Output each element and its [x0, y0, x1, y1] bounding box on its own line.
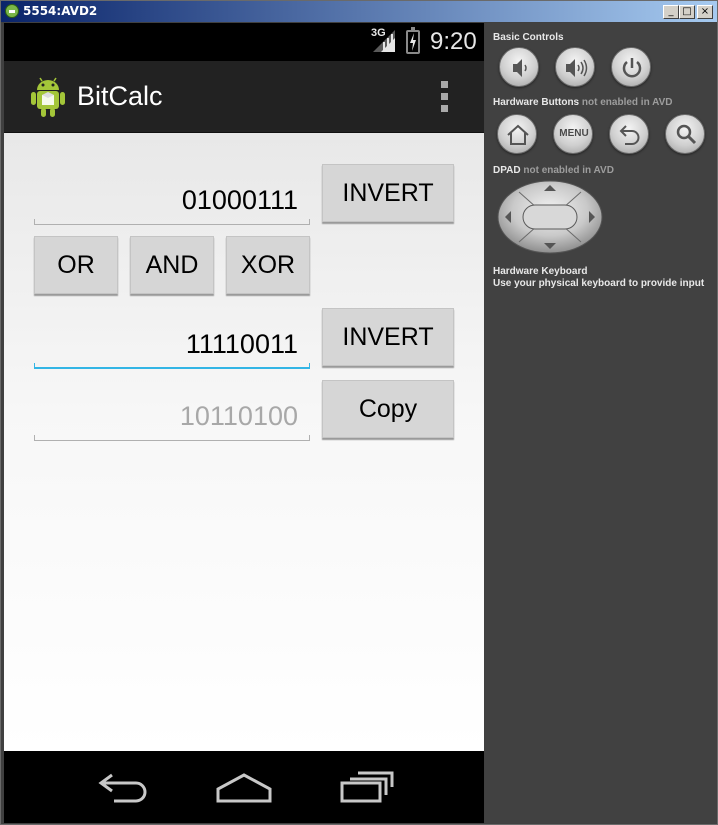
navigation-bar	[4, 751, 484, 823]
xor-button[interactable]: XOR	[226, 236, 310, 294]
or-button[interactable]: OR	[34, 236, 118, 294]
volume-up-button[interactable]	[555, 47, 595, 87]
window-titlebar[interactable]: 5554:AVD2 _ □ ×	[1, 1, 717, 22]
window-title: 5554:AVD2	[23, 4, 98, 18]
input-a-value: 01000111	[181, 185, 298, 215]
back-hardware-button[interactable]	[609, 114, 649, 154]
back-icon	[619, 125, 640, 145]
input-a-underline	[34, 219, 310, 225]
recents-icon[interactable]	[338, 769, 394, 805]
result-underline	[34, 435, 310, 441]
volume-down-icon	[513, 59, 527, 77]
battery-icon	[406, 27, 420, 54]
dpad-label: DPAD	[493, 165, 521, 176]
invert-b-button[interactable]: INVERT	[322, 308, 454, 366]
menu-hardware-button[interactable]: MENU	[553, 114, 593, 154]
hardware-buttons-note: not enabled in AVD	[581, 97, 673, 108]
copy-button[interactable]: Copy	[322, 380, 454, 438]
app-title: BitCalc	[77, 81, 163, 111]
search-icon	[676, 124, 697, 145]
home-icon[interactable]	[216, 769, 272, 805]
maximize-button[interactable]: □	[679, 5, 695, 19]
emulator-control-panel: Basic Controls Hardware Buttons not enab…	[485, 23, 717, 823]
result-value: 10110100	[179, 401, 298, 431]
and-button[interactable]: AND	[130, 236, 214, 294]
search-hardware-button[interactable]	[665, 114, 705, 154]
status-bar: 3G 9:20	[4, 23, 484, 61]
input-b-value: 11110011	[185, 329, 298, 359]
status-time: 9:20	[430, 28, 477, 55]
close-button[interactable]: ×	[697, 5, 713, 19]
input-a-field[interactable]: 01000111	[34, 171, 310, 225]
hardware-buttons-label: Hardware Buttons	[493, 97, 580, 108]
phone-screen: 3G 9:20 BitCalc 01000111 INVERT OR AND X…	[4, 23, 484, 823]
hardware-buttons-heading: Hardware Buttons not enabled in AVD	[493, 97, 672, 108]
power-button[interactable]	[611, 47, 651, 87]
action-bar: BitCalc	[4, 61, 484, 133]
invert-a-button[interactable]: INVERT	[322, 164, 454, 222]
input-b-underline	[34, 363, 310, 369]
volume-down-button[interactable]	[499, 47, 539, 87]
result-field: 10110100	[34, 387, 310, 441]
hardware-keyboard-info: Hardware Keyboard Use your physical keyb…	[493, 266, 704, 290]
hardware-keyboard-title: Hardware Keyboard	[493, 266, 588, 277]
emulator-app-icon	[5, 4, 19, 18]
power-icon	[622, 58, 642, 78]
hardware-keyboard-note: Use your physical keyboard to provide in…	[493, 278, 705, 289]
home-hardware-button[interactable]	[497, 114, 537, 154]
input-b-field[interactable]: 11110011	[34, 315, 310, 369]
volume-up-icon	[566, 59, 588, 77]
minimize-button[interactable]: _	[663, 5, 679, 19]
main-content: 01000111 INVERT OR AND XOR 11110011 INVE…	[4, 133, 484, 751]
android-robot-icon	[31, 77, 65, 117]
emulator-window: 5554:AVD2 _ □ × 3G 9:20 BitCalc 01000111…	[0, 0, 718, 825]
network-type-label: 3G	[371, 27, 386, 39]
basic-controls-heading: Basic Controls	[493, 32, 564, 43]
dpad-heading: DPAD not enabled in AVD	[493, 165, 614, 176]
back-icon[interactable]	[96, 769, 152, 805]
menu-button-label: MENU	[559, 128, 589, 139]
dpad-note: not enabled in AVD	[523, 165, 614, 176]
dpad-control[interactable]	[497, 180, 603, 254]
home-icon	[507, 124, 529, 145]
overflow-menu-icon[interactable]	[434, 81, 454, 113]
